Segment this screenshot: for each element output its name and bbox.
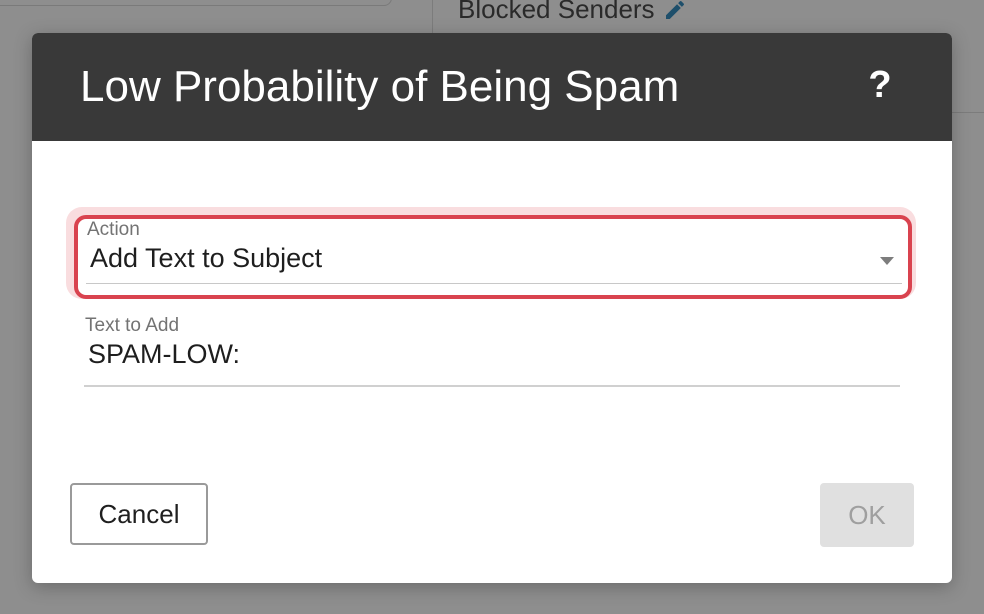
blocked-senders-heading: Blocked Senders <box>458 0 687 25</box>
blocked-senders-label: Blocked Senders <box>458 0 655 24</box>
pencil-icon[interactable] <box>663 0 687 22</box>
text-to-add-field: Text to Add <box>84 315 900 387</box>
dialog: Low Probability of Being Spam ? Action A… <box>32 33 952 583</box>
action-underline <box>86 283 902 284</box>
help-button[interactable]: ? <box>860 59 900 111</box>
dialog-header: Low Probability of Being Spam ? <box>32 33 952 141</box>
background-panel <box>0 0 392 6</box>
background-divider <box>952 112 984 113</box>
text-to-add-input[interactable] <box>88 339 878 370</box>
caret-down-icon[interactable] <box>880 257 894 265</box>
action-selected-value: Add Text to Subject <box>90 243 323 273</box>
action-label: Action <box>87 219 140 240</box>
ok-button[interactable]: OK <box>820 483 914 547</box>
cancel-button[interactable]: Cancel <box>70 483 208 545</box>
text-to-add-label: Text to Add <box>85 315 180 336</box>
action-select[interactable]: Action Add Text to Subject <box>74 215 912 299</box>
dialog-title: Low Probability of Being Spam <box>80 62 680 111</box>
text-to-add-underline <box>84 385 900 387</box>
